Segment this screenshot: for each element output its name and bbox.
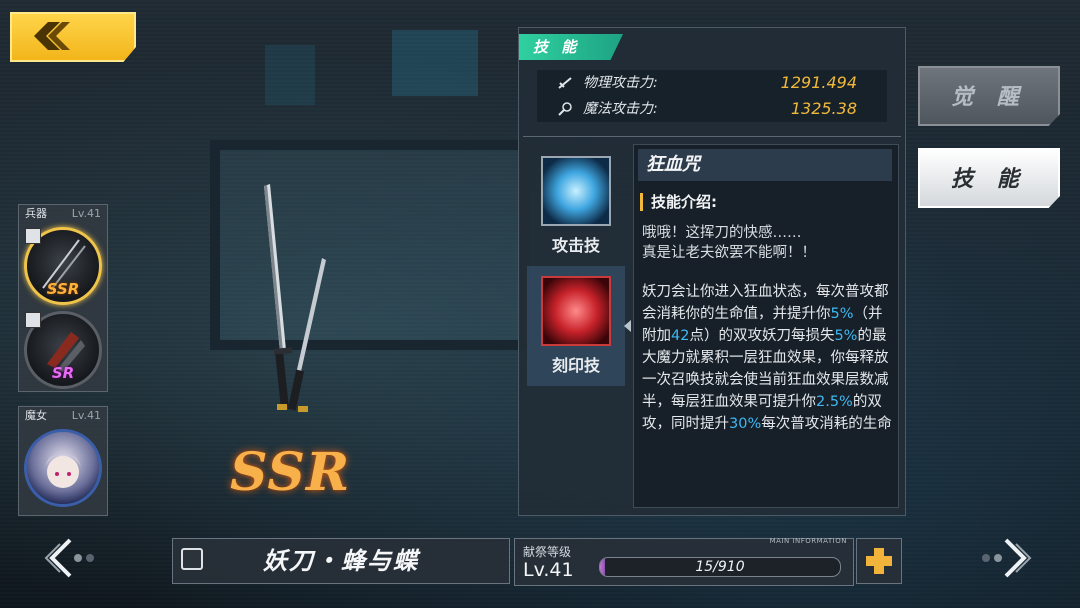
magic-attack-row: 魔法攻击力: 1325.38 <box>537 96 887 122</box>
skill-panel-tab: 技 能 <box>519 34 623 60</box>
main-information-label: MAIN INFORMATION <box>769 537 847 545</box>
rank-badge-ssr: SSR <box>46 280 80 298</box>
weapon-slot-panel: 兵器 Lv.41 SSR SR <box>18 204 108 392</box>
plus-icon <box>866 556 892 566</box>
witch-avatar-icon <box>45 453 81 488</box>
magic-wand-icon <box>558 102 572 116</box>
sacrifice-xp-bar: 15/910 <box>599 557 841 577</box>
desc-highlight: 5% <box>834 328 858 344</box>
background-panel <box>265 45 315 105</box>
skill-panel: 技 能 物理攻击力: 1291.494 魔法攻击力: 1325.38 攻击技 刻… <box>518 27 906 516</box>
magic-attack-label: 魔法攻击力: <box>583 101 658 117</box>
witch-slot-title: 魔女 <box>25 409 47 422</box>
selected-arrow-icon <box>624 320 631 332</box>
sword-icon <box>558 77 572 89</box>
sacrifice-level-block: 献祭等级 Lv.41 MAIN INFORMATION 15/910 <box>514 537 854 586</box>
physical-attack-value: 1291.494 <box>780 73 857 92</box>
desc-highlight: 5% <box>830 306 854 322</box>
skill-item-label: 刻印技 <box>551 356 600 375</box>
witch-portrait[interactable] <box>24 429 102 507</box>
attack-stats: 物理攻击力: 1291.494 魔法攻击力: 1325.38 <box>537 70 887 122</box>
blade-slash-icon <box>541 156 611 226</box>
sacrifice-level-label: 献祭等级 <box>523 545 572 559</box>
edit-icon[interactable] <box>181 548 203 570</box>
weapon-slot-header: 兵器 Lv.41 <box>19 205 107 223</box>
weapon-slot-level: Lv.41 <box>71 207 101 220</box>
weapon-name: 妖刀・蜂与蝶 <box>263 547 419 575</box>
back-button[interactable] <box>10 12 136 62</box>
next-weapon-button[interactable] <box>976 536 1036 590</box>
skill-item-attack[interactable]: 攻击技 <box>527 146 625 266</box>
skill-intro-heading: 技能介绍: <box>640 193 717 211</box>
magic-attack-value: 1325.38 <box>790 99 857 118</box>
weapon-slot-title: 兵器 <box>25 207 47 220</box>
skill-list: 攻击技 刻印技 <box>527 146 631 506</box>
skill-flavor-text: 哦哦！这挥刀的快感…… 真是让老夫欲罢不能啊！！ <box>642 223 892 263</box>
desc-text: 点）的双攻妖刀每损失 <box>689 328 835 344</box>
witch-slot-panel: 魔女 Lv.41 <box>18 406 108 516</box>
flavor-line: 真是让老夫欲罢不能啊！！ <box>642 245 816 261</box>
katana-weapon-art <box>264 184 326 412</box>
chevron-left-icon <box>44 538 94 578</box>
desc-highlight: 30% <box>729 416 762 432</box>
awaken-button[interactable]: 觉 醒 <box>918 66 1060 126</box>
chevron-right-icon <box>982 538 1032 578</box>
weapon-name-bar: 妖刀・蜂与蝶 <box>172 538 510 584</box>
skill-item-label: 攻击技 <box>551 236 600 255</box>
blood-sword-icon <box>541 276 611 346</box>
desc-highlight: 2.5% <box>816 394 853 410</box>
physical-attack-label: 物理攻击力: <box>583 75 658 91</box>
prev-weapon-button[interactable] <box>40 536 100 590</box>
weapon-slot-sr[interactable]: SR <box>24 311 102 389</box>
background-panel <box>392 30 478 96</box>
witch-slot-level: Lv.41 <box>71 409 101 422</box>
physical-attack-row: 物理攻击力: 1291.494 <box>537 70 887 96</box>
skill-item-imprint[interactable]: 刻印技 <box>527 266 631 386</box>
rank-badge-sr: SR <box>51 364 75 382</box>
skill-name: 狂血咒 <box>638 149 892 181</box>
flavor-line: 哦哦！这挥刀的快感…… <box>642 225 802 241</box>
skill-detail: 狂血咒 技能介绍: 哦哦！这挥刀的快感…… 真是让老夫欲罢不能啊！！ 妖刀会让你进… <box>633 144 899 508</box>
sacrifice-level-value: Lv.41 <box>523 559 574 581</box>
skill-button[interactable]: 技 能 <box>918 148 1060 208</box>
desc-highlight: 42 <box>671 328 690 344</box>
panel-divider <box>523 136 901 137</box>
desc-text: 每次普攻消耗的生命 <box>761 416 892 432</box>
witch-slot-header: 魔女 Lv.41 <box>19 407 107 425</box>
sacrifice-xp-text: 15/910 <box>695 559 745 575</box>
skill-description: 妖刀会让你进入狂血状态，每次普攻都会消耗你的生命值，并提升你5%（并附加42点）… <box>642 281 894 435</box>
add-sacrifice-button[interactable] <box>856 538 902 584</box>
weapon-rank-label: SSR <box>230 442 351 503</box>
weapon-slot-ssr[interactable]: SSR <box>24 227 102 305</box>
back-arrow-icon <box>34 22 70 50</box>
